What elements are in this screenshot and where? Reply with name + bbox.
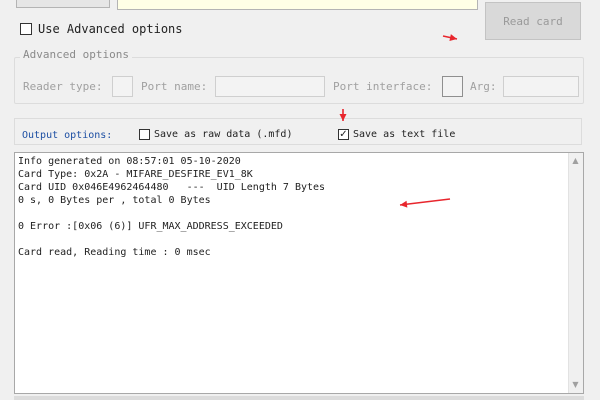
output-line: Card UID 0x046E4962464480 --- UID Length… (18, 182, 326, 193)
save-raw-checkbox[interactable] (139, 129, 150, 140)
port-name-label: Port name: (141, 80, 208, 93)
port-interface-input[interactable] (442, 76, 463, 97)
arg-label: Arg: (470, 80, 497, 93)
save-text-option[interactable]: Save as text file (338, 129, 455, 140)
port-name-input[interactable] (215, 76, 325, 97)
read-card-button[interactable]: Read card (485, 2, 581, 40)
bottom-strip (14, 396, 584, 400)
annotation-arrow-read-card (442, 34, 458, 41)
output-line: 0 s, 0 Bytes per , total 0 Bytes (18, 195, 211, 206)
save-text-label: Save as text file (353, 129, 456, 140)
output-line: Info generated on 08:57:01 05-10-2020 (18, 156, 241, 167)
output-options-label: Output options: (22, 130, 113, 141)
output-line: Card read, Reading time : 0 msec (18, 247, 211, 258)
reader-type-input[interactable] (112, 76, 133, 97)
save-text-checkbox[interactable] (338, 129, 349, 140)
advanced-options-title: Advanced options (20, 48, 132, 61)
scroll-down-arrow-icon[interactable]: ▼ (570, 380, 581, 390)
port-interface-label: Port interface: (333, 80, 433, 93)
save-raw-option[interactable]: Save as raw data (.mfd) (139, 129, 292, 140)
arg-input[interactable] (503, 76, 579, 97)
output-scrollbar[interactable] (568, 153, 583, 393)
scroll-up-arrow-icon[interactable]: ▲ (570, 156, 581, 166)
use-advanced-options[interactable]: Use Advanced options (20, 22, 183, 36)
use-advanced-label: Use Advanced options (38, 22, 183, 36)
save-raw-label: Save as raw data (.mfd) (154, 129, 293, 140)
output-text: Info generated on 08:57:01 05-10-2020 Car… (18, 155, 325, 259)
output-line: 0 Error :[0x06 (6)] UFR_MAX_ADDRESS_EXCE… (18, 221, 283, 232)
top-left-button[interactable] (16, 0, 110, 8)
status-field (117, 0, 478, 10)
reader-type-label: Reader type: (23, 80, 103, 93)
use-advanced-checkbox[interactable] (20, 23, 32, 35)
output-line: Card Type: 0x2A - MIFARE_DESFIRE_EV1_8K (18, 169, 253, 180)
